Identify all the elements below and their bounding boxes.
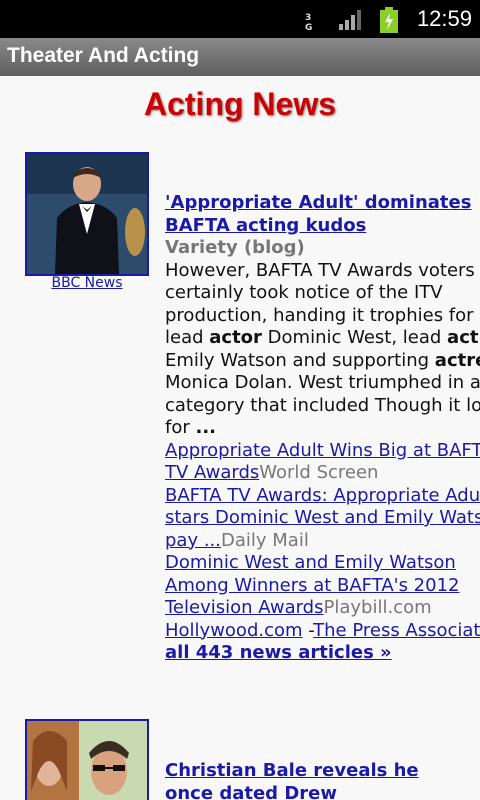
snippet-line: for ... — [165, 417, 480, 440]
article-1-snippet: However, BAFTA TV Awards voters certainl… — [165, 260, 480, 440]
celebrity-couple-image — [27, 721, 147, 800]
snippet-line: lead actor Dominic West, lead actre — [165, 327, 480, 350]
snippet-line: category that included Though it los — [165, 394, 480, 416]
related-link-line[interactable]: stars Dominic West and Emily Watso — [165, 507, 480, 530]
snippet-line: production, handing it trophies for — [165, 304, 474, 326]
article-1-source: Variety (blog) — [165, 237, 305, 258]
related-link-line[interactable]: Dominic West and Emily Watson — [165, 552, 480, 575]
snippet-text: Emily Watson and supporting — [165, 349, 435, 371]
snippet-keyword: actre — [447, 327, 480, 348]
news-thumbnail-1[interactable] — [25, 152, 149, 276]
page-title: Acting News — [143, 86, 337, 122]
related-article-3[interactable]: Dominic West and Emily Watson Among Winn… — [165, 552, 480, 620]
related-link-line[interactable]: Appropriate Adult Wins Big at BAFTA — [165, 440, 480, 463]
snippet-line: Monica Dolan. West triumphed in a — [165, 372, 480, 393]
related-link-line[interactable]: Television Awards — [165, 597, 323, 618]
headline-line[interactable]: 'Appropriate Adult' dominates — [165, 192, 480, 215]
snippet-keyword: actor — [209, 327, 262, 348]
hollywood-link[interactable]: Hollywood.com — [165, 620, 303, 641]
related-source: Daily Mail — [221, 529, 309, 551]
news-thumbnail-2[interactable] — [25, 719, 149, 800]
3g-network-icon: 3 G — [303, 9, 323, 35]
snippet-keyword: actres — [434, 349, 480, 371]
related-source: Playbill.com — [323, 597, 432, 618]
headline-line[interactable]: Christian Bale reveals he — [165, 760, 480, 783]
related-sources-row: Hollywood.com -The Press Associati — [165, 620, 480, 643]
snippet-text: for — [165, 417, 196, 438]
all-news-articles-link[interactable]: all 443 news articles » — [165, 642, 480, 665]
related-article-2[interactable]: BAFTA TV Awards: Appropriate Adul stars … — [165, 485, 480, 553]
headline-line[interactable]: BAFTA acting kudos — [165, 215, 480, 238]
snippet-line: certainly took notice of the ITV — [165, 282, 443, 303]
press-association-link[interactable]: The Press Associati — [313, 620, 480, 641]
snippet-text: Dominic West, lead — [261, 327, 448, 348]
source-separator: - — [302, 619, 314, 641]
article-1: 'Appropriate Adult' dominates BAFTA acti… — [165, 192, 480, 665]
headline-line[interactable]: once dated Drew — [165, 783, 480, 800]
app-title: Theater And Acting — [7, 44, 200, 67]
battery-charging-icon — [378, 6, 400, 38]
svg-text:3: 3 — [305, 13, 311, 23]
thumb-caption-link[interactable]: BBC News — [25, 275, 149, 291]
signal-strength-icon — [338, 9, 364, 35]
related-link-line[interactable]: pay ... — [165, 530, 221, 551]
status-clock: 12:59 — [416, 6, 472, 31]
news-content[interactable]: Acting News BBC News 'Appropriate Adult'… — [0, 76, 480, 800]
snippet-line: However, BAFTA TV Awards voters — [165, 259, 475, 281]
tuxedo-man-image — [27, 154, 147, 274]
article-2: Christian Bale reveals he once dated Dre… — [165, 760, 480, 800]
related-link-line[interactable]: BAFTA TV Awards: Appropriate Adul — [165, 485, 480, 508]
snippet-ellipsis: ... — [195, 417, 216, 438]
status-bar: 3 G 12:59 — [0, 0, 480, 38]
svg-text:G: G — [305, 23, 312, 31]
related-link-line[interactable]: Among Winners at BAFTA's 2012 — [165, 575, 480, 598]
snippet-text: lead — [165, 327, 210, 348]
app-title-bar: Theater And Acting — [0, 38, 480, 76]
article-1-headline[interactable]: 'Appropriate Adult' dominates BAFTA acti… — [165, 192, 480, 237]
related-source: World Screen — [259, 462, 379, 483]
snippet-line: Emily Watson and supporting actres — [165, 350, 480, 373]
related-link-line[interactable]: TV Awards — [165, 462, 259, 483]
related-article-1[interactable]: Appropriate Adult Wins Big at BAFTA TV A… — [165, 440, 480, 485]
